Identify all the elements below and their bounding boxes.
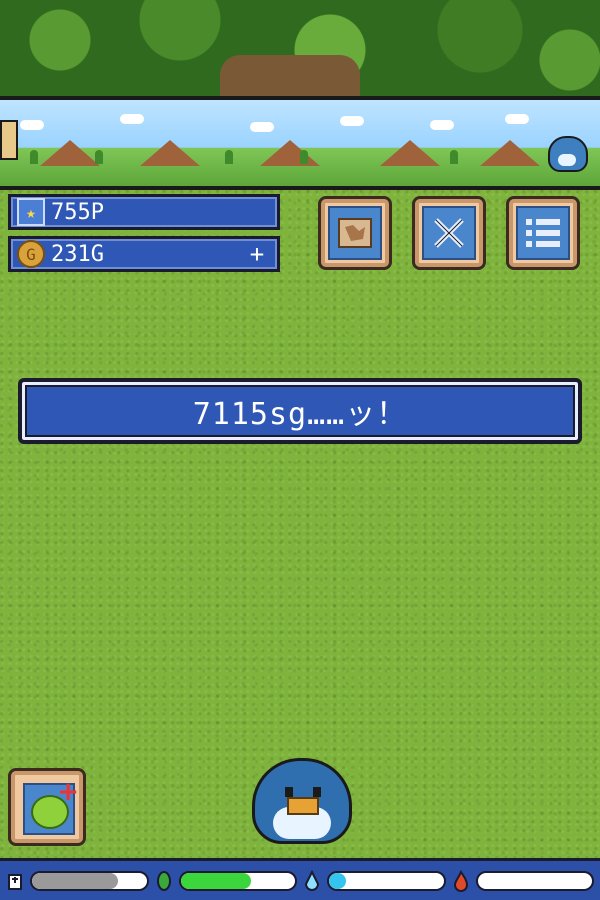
- food-fill: [180, 872, 252, 889]
- cloud: [430, 120, 454, 130]
- penguin-eye: [313, 787, 321, 797]
- list-icon: [526, 219, 560, 247]
- status-bar: [0, 858, 600, 900]
- add-gold-button[interactable]: +: [245, 242, 269, 267]
- battle-icon-frame: [422, 206, 476, 260]
- dialog-message-text: 7115sg……ッ！: [192, 397, 408, 432]
- cloud: [340, 116, 364, 126]
- stamina-meter: [30, 870, 149, 891]
- gold-panel: G 231G +: [8, 236, 280, 272]
- tree-trunk: [220, 55, 360, 100]
- player-marker: [0, 120, 18, 160]
- flame-icon: [452, 869, 470, 893]
- mountain: [480, 140, 540, 166]
- tree: [450, 150, 458, 164]
- tree: [30, 150, 38, 164]
- crossed-swords-icon: [434, 218, 464, 248]
- dialog-message-box[interactable]: 7115sg……ッ！: [18, 378, 582, 444]
- cloud: [120, 114, 144, 124]
- penguin-beak: [287, 797, 319, 815]
- strip-penguin-marker: [548, 136, 588, 172]
- points-value: 755P: [51, 199, 104, 225]
- cloud: [250, 122, 274, 132]
- tree: [300, 150, 308, 164]
- cloud: [505, 114, 529, 124]
- tree: [225, 150, 233, 164]
- world-progress-strip: [0, 96, 600, 190]
- feed-icon-frame: +: [23, 777, 79, 835]
- food-meter: [178, 870, 297, 891]
- list-icon-frame: [516, 206, 570, 260]
- add-icon: +: [57, 777, 79, 807]
- map-icon-frame: [328, 206, 382, 260]
- tree: [95, 150, 103, 164]
- mountain: [380, 140, 440, 166]
- star-icon: ★: [17, 198, 45, 226]
- mountain: [140, 140, 200, 166]
- battle-button[interactable]: [412, 196, 486, 270]
- stamina-fill: [32, 872, 118, 889]
- points-panel: ★ 755P: [8, 194, 280, 230]
- penguin-eye: [285, 787, 293, 797]
- fire-meter: [475, 870, 594, 891]
- map-button[interactable]: [318, 196, 392, 270]
- mountain: [260, 140, 320, 166]
- penguin-character[interactable]: [252, 758, 352, 844]
- mountain: [40, 140, 100, 166]
- water-fill: [329, 872, 347, 889]
- feed-button[interactable]: +: [8, 768, 86, 846]
- water-meter: [327, 870, 446, 891]
- list-menu-button[interactable]: [506, 196, 580, 270]
- map-icon: [338, 218, 372, 248]
- coin-icon: G: [17, 240, 45, 268]
- gold-value: 231G: [51, 241, 104, 267]
- tombstone-icon: [6, 869, 24, 893]
- water-drop-icon: [303, 869, 321, 893]
- leaf-icon: [155, 869, 173, 893]
- cloud: [20, 120, 44, 130]
